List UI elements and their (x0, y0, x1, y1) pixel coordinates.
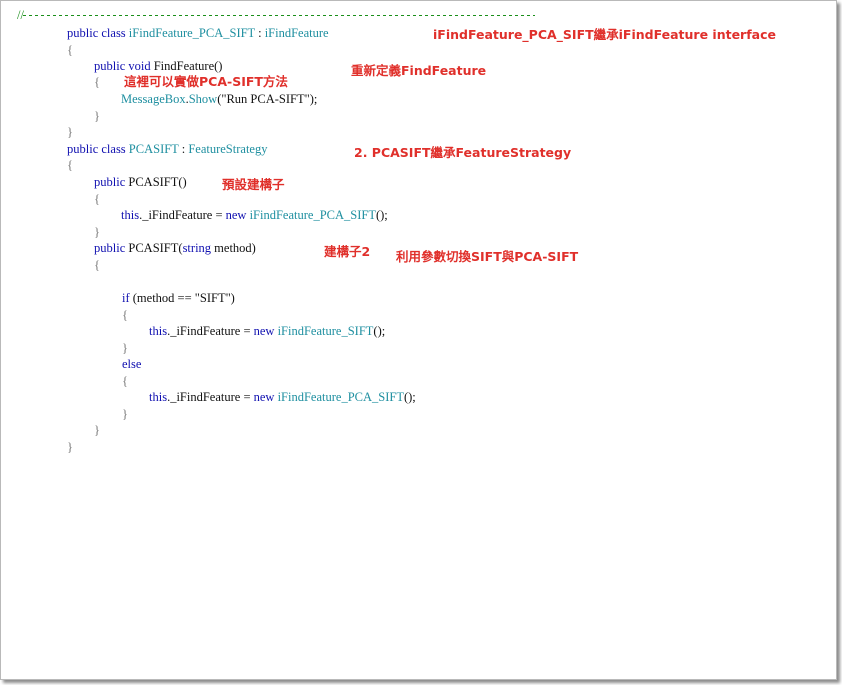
annotation-switch-by-parameter: 利用參數切換SIFT與PCA-SIFT (396, 249, 579, 264)
keyword: public class (67, 26, 129, 40)
open-brace: { (94, 75, 100, 89)
annotation-inherit-strategy: 2. PCASIFT繼承FeatureStrategy (354, 145, 572, 160)
class-declaration-ifindfeature-pca-sift: public class iFindFeature_PCA_SIFT : iFi… (67, 25, 329, 41)
call-arguments: ("Run PCA-SIFT"); (217, 92, 318, 106)
parameter-name: method) (211, 241, 256, 255)
keyword: public class (67, 142, 129, 156)
call-end: (); (375, 208, 388, 222)
open-brace: { (122, 308, 128, 322)
close-brace: } (122, 341, 128, 355)
keyword-if: if (122, 291, 133, 305)
class-name: iFindFeature_PCA_SIFT (249, 208, 376, 222)
if-condition: (method == "SIFT") (132, 291, 235, 305)
class-name: MessageBox (121, 92, 186, 106)
close-brace: } (67, 125, 73, 139)
annotation-default-constructor: 預設建構子 (222, 177, 285, 192)
comment-separator-line (23, 15, 535, 17)
method-name: Show (188, 92, 218, 106)
annotation-constructor-2: 建構子2 (324, 244, 371, 259)
messagebox-call: MessageBox.Show("Run PCA-SIFT"); (121, 91, 317, 107)
class-declaration-pcasift: public class PCASIFT : FeatureStrategy (67, 141, 267, 157)
close-brace: } (94, 225, 100, 239)
annotation-override-findfeature: 重新定義FindFeature (351, 63, 487, 78)
inheritance-colon: : (178, 142, 189, 156)
else-statement: else (122, 356, 141, 372)
assignment-statement: this._iFindFeature = new iFindFeature_PC… (149, 389, 416, 405)
open-brace: { (94, 192, 100, 206)
keyword: public void (94, 59, 154, 73)
assignment-target: ._iFindFeature = (139, 208, 226, 222)
code-screenshot-frame: // public class iFindFeature_PCA_SIFT : … (0, 0, 837, 680)
assignment-statement: this._iFindFeature = new iFindFeature_SI… (149, 323, 385, 339)
close-brace: } (94, 109, 100, 123)
method-signature: FindFeature() (153, 59, 223, 73)
constructor-with-parameter: public PCASIFT(string method) (94, 240, 256, 256)
method-declaration-findfeature: public void FindFeature() (94, 58, 222, 74)
keyword-string: string (182, 241, 212, 255)
assignment-target: ._iFindFeature = (167, 390, 254, 404)
keyword: public (94, 175, 129, 189)
if-statement: if (method == "SIFT") (122, 290, 235, 306)
constructor-signature: PCASIFT() (128, 175, 187, 189)
close-brace: } (94, 423, 100, 437)
class-name: iFindFeature_SIFT (277, 324, 374, 338)
constructor-default: public PCASIFT() (94, 174, 187, 190)
open-brace: { (67, 158, 73, 172)
keyword-new: new (253, 390, 278, 404)
call-end: (); (373, 324, 386, 338)
keyword: this (149, 324, 168, 338)
close-brace: } (67, 440, 73, 454)
call-end: (); (403, 390, 416, 404)
annotation-inherit-interface: iFindFeature_PCA_SIFT繼承iFindFeature inte… (433, 27, 776, 42)
keyword: public (94, 241, 129, 255)
keyword-new: new (225, 208, 250, 222)
annotation-implement-pca-sift: 這裡可以實做PCA-SIFT方法 (124, 74, 288, 89)
open-brace: { (94, 258, 100, 272)
close-brace: } (122, 407, 128, 421)
assignment-statement: this._iFindFeature = new iFindFeature_PC… (121, 207, 388, 223)
keyword-else: else (122, 357, 142, 371)
base-type: iFindFeature (264, 26, 329, 40)
class-name: PCASIFT (128, 142, 179, 156)
keyword: this (149, 390, 168, 404)
keyword: this (121, 208, 140, 222)
class-name: iFindFeature_PCA_SIFT (277, 390, 404, 404)
keyword-new: new (253, 324, 278, 338)
inheritance-colon: : (254, 26, 265, 40)
class-name: iFindFeature_PCA_SIFT (128, 26, 255, 40)
open-brace: { (122, 374, 128, 388)
constructor-signature: PCASIFT( (128, 241, 183, 255)
assignment-target: ._iFindFeature = (167, 324, 254, 338)
open-brace: { (67, 43, 73, 57)
base-type: FeatureStrategy (188, 142, 268, 156)
